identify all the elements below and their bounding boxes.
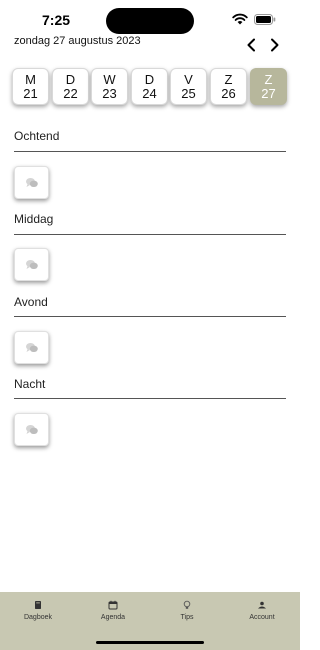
section-title-morning: Ochtend	[14, 129, 60, 143]
add-comment-button-morning[interactable]	[14, 166, 49, 199]
section-divider	[14, 398, 286, 399]
week-day-selector: M 21 D 22 W 23 D 24 V 25 Z 26 Z 27	[12, 68, 288, 106]
tab-label: Account	[249, 614, 275, 621]
tab-agenda[interactable]: Agenda	[83, 600, 143, 636]
day-button[interactable]: D 24	[131, 68, 168, 105]
section-title-night: Nacht	[14, 377, 46, 391]
day-letter: D	[65, 71, 76, 87]
status-time: 7:25	[42, 12, 71, 28]
diary-screen: 7:25 zondag 27 augustus 2023 M 21 D 22 W…	[0, 0, 300, 650]
tab-account[interactable]: Account	[232, 600, 292, 636]
comment-icon	[25, 259, 38, 269]
day-number: 21	[23, 85, 38, 101]
day-number: 23	[102, 85, 117, 101]
day-number: 27	[261, 85, 276, 101]
comment-icon	[25, 177, 38, 187]
dynamic-island	[106, 8, 194, 34]
chevron-right-icon	[271, 38, 279, 52]
section-title-evening: Avond	[14, 295, 48, 309]
day-button[interactable]: M 21	[12, 68, 49, 105]
day-number: 26	[221, 85, 236, 101]
day-button[interactable]: V 25	[170, 68, 207, 105]
chevron-left-icon	[247, 38, 255, 52]
day-button[interactable]: W 23	[91, 68, 128, 105]
comment-icon	[25, 424, 38, 434]
tab-label: Dagboek	[23, 614, 53, 621]
day-number: 22	[63, 85, 78, 101]
tab-label: Agenda	[100, 614, 126, 621]
tab-tips[interactable]: Tips	[157, 600, 217, 636]
add-comment-button-afternoon[interactable]	[14, 248, 49, 281]
day-number: 24	[142, 85, 157, 101]
add-comment-button-night[interactable]	[14, 413, 49, 446]
day-number: 25	[181, 85, 196, 101]
add-comment-button-evening[interactable]	[14, 331, 49, 364]
day-letter: M	[25, 71, 36, 87]
section-divider	[14, 234, 286, 235]
battery-icon	[254, 14, 276, 25]
day-button-selected[interactable]: Z 27	[250, 68, 287, 105]
section-divider	[14, 316, 286, 317]
section-divider	[14, 151, 286, 152]
day-letter: D	[144, 71, 155, 87]
day-letter: W	[103, 71, 116, 87]
calendar-icon	[108, 600, 118, 610]
previous-week-button[interactable]	[242, 36, 260, 54]
tab-dagboek[interactable]: Dagboek	[8, 600, 68, 636]
lightbulb-icon	[183, 600, 191, 609]
comment-icon	[25, 342, 38, 352]
day-button[interactable]: Z 26	[210, 68, 247, 105]
day-letter: Z	[264, 71, 273, 87]
account-icon	[258, 601, 266, 609]
status-bar: 7:25	[0, 0, 300, 36]
section-title-afternoon: Middag	[14, 212, 54, 226]
current-date: zondag 27 augustus 2023	[14, 35, 141, 47]
book-icon	[35, 601, 41, 609]
tab-label: Tips	[180, 614, 194, 621]
next-week-button[interactable]	[266, 36, 284, 54]
wifi-icon	[232, 13, 248, 25]
day-letter: Z	[224, 71, 233, 87]
day-letter: V	[184, 71, 193, 87]
day-button[interactable]: D 22	[52, 68, 89, 105]
home-indicator	[96, 641, 204, 644]
